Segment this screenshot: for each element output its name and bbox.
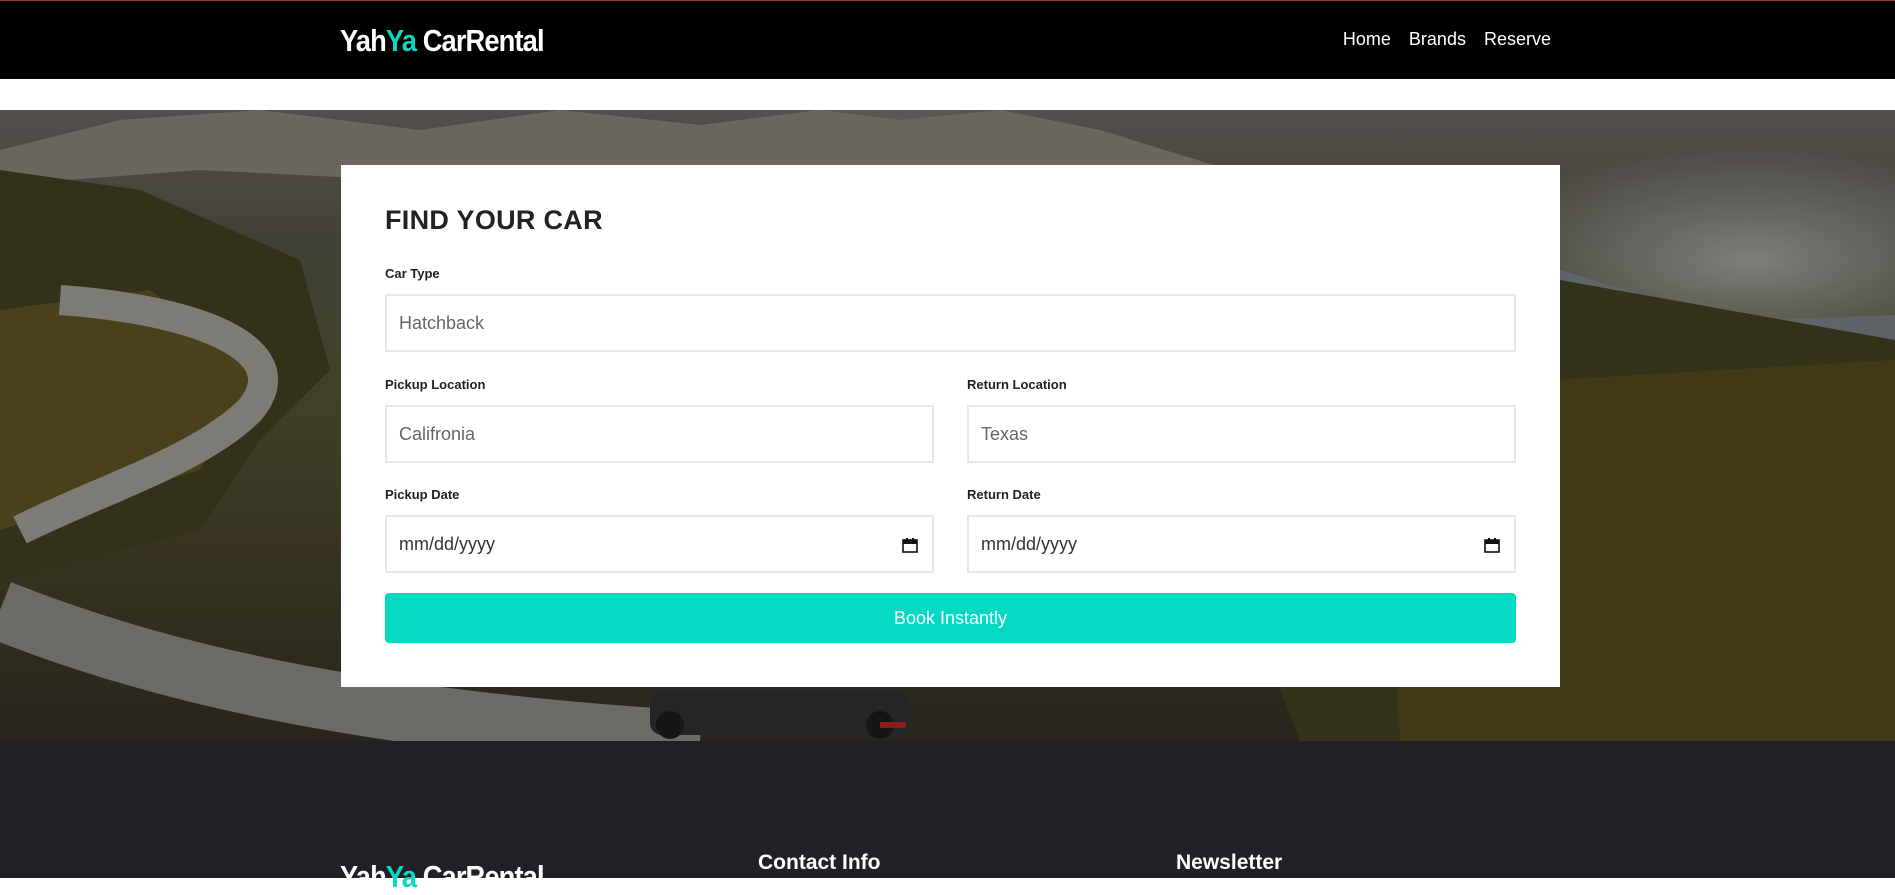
calendar-icon[interactable] <box>902 537 918 553</box>
return-date-input[interactable]: mm/dd/yyyy <box>967 515 1516 573</box>
brand-logo[interactable]: YahYa CarRental <box>340 23 545 59</box>
car-type-input[interactable]: Hatchback <box>385 294 1516 352</box>
footer: YahYa CarRental Contact Info Newsletter <box>0 741 1895 894</box>
return-date-label: Return Date <box>967 487 1041 502</box>
return-location-placeholder: Texas <box>981 423 1029 444</box>
nav-link-home[interactable]: Home <box>1343 29 1391 50</box>
footer-logo-part1: Yah <box>340 859 387 894</box>
nav-link-brands[interactable]: Brands <box>1409 29 1466 50</box>
brand-logo-part1: Yah <box>340 23 387 58</box>
pickup-date-label: Pickup Date <box>385 487 460 502</box>
car-type-label: Car Type <box>385 266 440 281</box>
return-location-label: Return Location <box>967 377 1067 392</box>
footer-contact-heading: Contact Info <box>758 851 881 874</box>
brand-logo-part2: CarRental <box>416 23 545 58</box>
footer-brand-logo[interactable]: YahYa CarRental <box>340 859 545 895</box>
nav-link-reserve[interactable]: Reserve <box>1484 29 1551 50</box>
pickup-location-input[interactable]: Califronia <box>385 405 934 463</box>
footer-logo-accent: Ya <box>385 859 417 894</box>
return-location-input[interactable]: Texas <box>967 405 1516 463</box>
pickup-date-input[interactable]: mm/dd/yyyy <box>385 515 934 573</box>
car-type-placeholder: Hatchback <box>399 312 485 333</box>
calendar-icon[interactable] <box>1484 537 1500 553</box>
find-car-form: FIND YOUR CAR Car Type Hatchback Pickup … <box>341 165 1560 687</box>
book-instantly-button[interactable]: Book Instantly <box>385 593 1516 643</box>
pickup-date-placeholder: mm/dd/yyyy <box>399 533 496 554</box>
top-navbar: YahYa CarRental Home Brands Reserve <box>0 0 1895 79</box>
main-nav: Home Brands Reserve <box>1343 29 1551 50</box>
form-title: FIND YOUR CAR <box>385 205 603 235</box>
return-date-placeholder: mm/dd/yyyy <box>981 533 1078 554</box>
footer-logo-part2: CarRental <box>416 859 545 894</box>
pickup-location-label: Pickup Location <box>385 377 486 392</box>
brand-logo-accent: Ya <box>385 23 417 58</box>
pickup-location-placeholder: Califronia <box>399 423 476 444</box>
footer-newsletter-heading: Newsletter <box>1176 851 1283 874</box>
